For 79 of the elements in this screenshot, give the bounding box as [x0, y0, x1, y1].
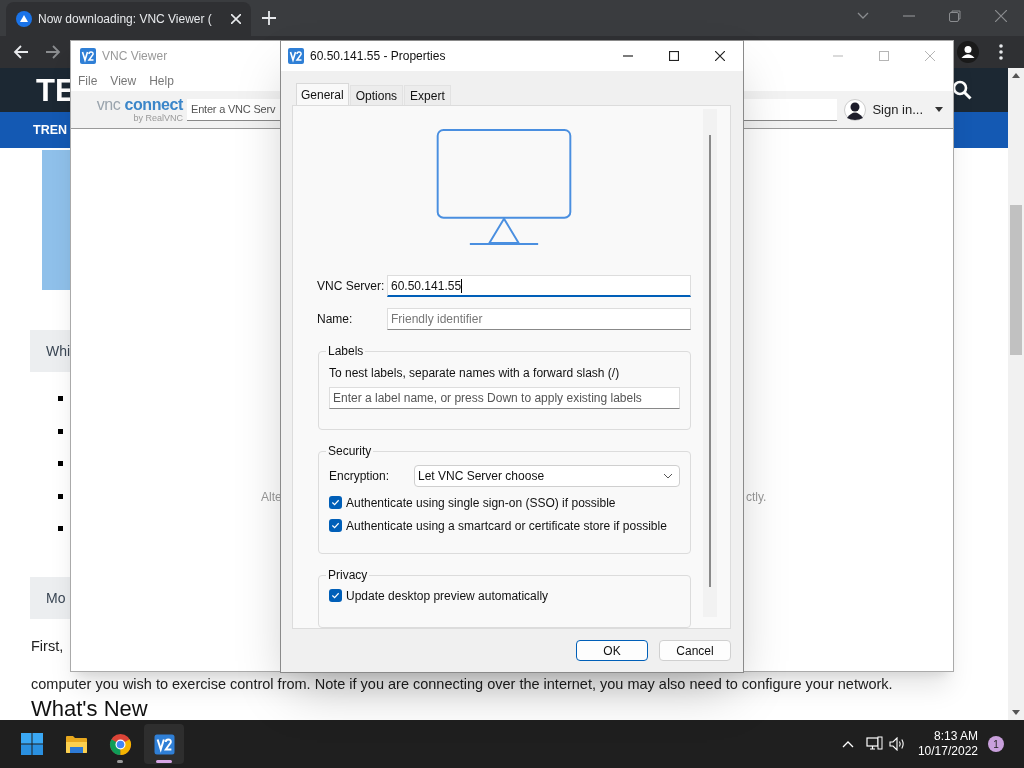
browser-icon [108, 732, 132, 756]
checkbox[interactable] [329, 519, 342, 532]
monitor-icon [434, 128, 574, 247]
search-icon[interactable] [952, 80, 972, 100]
section-heading: What's New [31, 695, 148, 723]
bullet-icon [58, 429, 63, 434]
accordion-title: Mo [46, 588, 66, 608]
bullet-icon [58, 461, 63, 466]
bullet-icon [58, 526, 63, 531]
restore-icon[interactable] [949, 10, 961, 22]
window-title: 60.50.141.55 - Properties [310, 48, 446, 65]
encryption-dropdown[interactable]: Let VNC Server choose [414, 465, 680, 487]
menu-item[interactable]: Help [149, 72, 174, 90]
favicon-icon [16, 11, 32, 27]
scroll-up-icon[interactable] [1012, 73, 1020, 78]
tab[interactable]: General [296, 83, 349, 105]
clock-date: 10/17/2022 [917, 744, 978, 759]
field-label: Name: [317, 311, 354, 328]
close-icon[interactable] [715, 51, 725, 61]
more-menu-icon[interactable] [999, 44, 1003, 60]
field-label: Encryption: [329, 468, 391, 485]
accordion-title: Whi [46, 341, 71, 361]
menu-item[interactable]: View [110, 72, 137, 90]
paragraph-text: First, [31, 637, 64, 656]
back-arrow-icon[interactable] [13, 44, 29, 60]
window-title: VNC Viewer [102, 48, 168, 65]
checkmark-icon [331, 498, 340, 507]
group-title: Privacy [327, 567, 369, 584]
checkmark-icon [331, 591, 340, 600]
chevron-icon [663, 473, 673, 479]
bullet-icon [58, 396, 63, 401]
faded-text: ctly. [746, 489, 767, 506]
ok-button[interactable]: OK [576, 640, 648, 661]
tab[interactable]: Options [349, 85, 404, 105]
group-title: Labels [327, 343, 365, 360]
app-logo-icon [80, 48, 96, 64]
scroll-down-icon[interactable] [1012, 710, 1020, 715]
bullet-icon [58, 494, 63, 499]
sign-in-link[interactable]: Sign in... [872, 99, 923, 120]
network-icon[interactable] [865, 736, 883, 752]
nav-link[interactable]: TREN [33, 120, 68, 140]
maximize-icon[interactable] [669, 51, 679, 61]
checkbox-label: Authenticate using a smartcard or certificate store if possible [346, 517, 667, 535]
profile-icon[interactable] [957, 41, 979, 63]
app-logo-icon [152, 732, 176, 756]
checkbox[interactable] [329, 496, 342, 509]
logo-byline: by RealVNC [133, 113, 183, 123]
name-field[interactable]: Friendly identifier [387, 308, 691, 330]
checkbox-label: Update desktop preview automatically [346, 587, 549, 605]
label-field[interactable]: Enter a label name, or press Down to apply existing labels [329, 387, 680, 409]
taskbar-button[interactable] [144, 724, 184, 764]
browser-tab[interactable]: Now downloading: VNC Viewer ( [6, 2, 251, 36]
avatar-icon [844, 98, 867, 121]
accordion-header[interactable]: Mo [30, 577, 70, 619]
accordion-header[interactable]: Whi [30, 330, 70, 372]
server-field[interactable]: 60.50.141.55 [387, 275, 691, 297]
menu-item[interactable]: File [78, 72, 98, 90]
start-icon[interactable] [21, 733, 43, 755]
paragraph-text: computer you wish to exercise control from. Note if you are connecting over the internet, you may also need to configure your network. [31, 675, 893, 694]
group-title: Security [327, 443, 373, 460]
new-tab-icon[interactable] [262, 11, 276, 25]
tab-title: Now downloading: VNC Viewer ( [38, 11, 213, 28]
forward-arrow-icon[interactable] [45, 44, 61, 60]
tab[interactable]: Expert [404, 85, 451, 105]
hint-text: To nest labels, separate names with a forward slash (/) [329, 365, 621, 382]
checkbox[interactable] [329, 589, 342, 602]
logo-wordmark: vnc connect [96, 96, 183, 113]
chevron-up-icon[interactable] [841, 740, 854, 748]
checkmark-icon [331, 521, 340, 530]
cancel-button[interactable]: Cancel [659, 640, 731, 661]
checkbox-label: Authenticate using single sign-on (SSO) if possible [346, 494, 616, 512]
app-logo-icon [288, 48, 304, 64]
scrollbar-thumb[interactable] [1010, 205, 1022, 355]
scrollbar-thumb[interactable] [709, 135, 711, 587]
volume-icon[interactable] [888, 737, 906, 751]
clock-time: 8:13 AM [933, 729, 978, 744]
field-label: VNC Server: [317, 278, 386, 295]
notification-badge[interactable]: 1 [988, 736, 1004, 752]
clock[interactable]: 8:13 AM 10/17/2022 [917, 729, 978, 759]
